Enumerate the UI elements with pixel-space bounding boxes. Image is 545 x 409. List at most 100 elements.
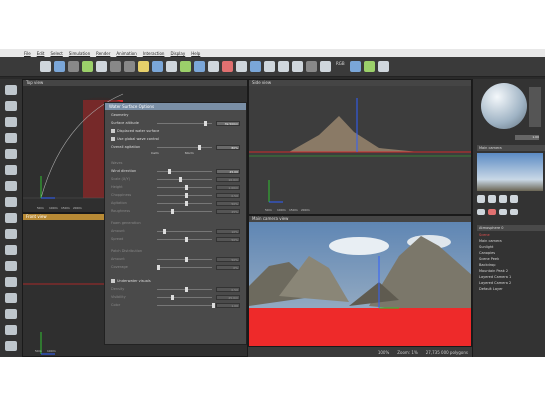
outliner-item[interactable]: Scene Peek [479, 257, 499, 261]
outliner-item[interactable]: Scene [479, 233, 490, 237]
render-icon[interactable] [222, 61, 233, 72]
foam-amount-slider[interactable] [157, 228, 212, 234]
height-slider[interactable] [157, 184, 212, 190]
material-slider[interactable] [529, 87, 541, 127]
rock-icon[interactable] [5, 133, 17, 143]
color-field[interactable]: 1.00 [216, 302, 240, 308]
material-value-field[interactable]: 1.00 [515, 135, 539, 140]
sky-icon[interactable] [194, 61, 205, 72]
underwater-checkbox[interactable]: Underwater visuals [111, 278, 240, 284]
sun-icon[interactable] [5, 325, 17, 335]
wireframe-icon[interactable] [320, 61, 331, 72]
open-icon[interactable] [54, 61, 65, 72]
zoom-in-icon[interactable] [264, 61, 275, 72]
menu-item[interactable]: Animation [116, 51, 136, 56]
menu-item[interactable]: Simulation [69, 51, 90, 56]
menu-item[interactable]: Display [170, 51, 185, 56]
wave-agitation-field[interactable]: 50% [216, 200, 240, 206]
brush-icon[interactable] [5, 117, 17, 127]
settings-icon[interactable] [377, 61, 389, 72]
save-icon[interactable] [68, 61, 79, 72]
menu-item[interactable]: Select [50, 51, 62, 56]
surface-altitude-field[interactable]: 39.500m [216, 120, 240, 126]
roughness-slider[interactable] [157, 208, 212, 214]
height-field[interactable]: 1.00m [216, 184, 240, 190]
light-icon[interactable] [208, 61, 219, 72]
move-icon[interactable] [152, 61, 163, 72]
visibility-field[interactable]: 25.0m [216, 294, 240, 300]
material-preview-sphere[interactable] [481, 83, 527, 129]
add-icon[interactable] [477, 209, 485, 215]
rgb-button[interactable]: RGB [334, 61, 347, 72]
outliner-item[interactable]: Default Layer [479, 287, 503, 291]
paint-icon[interactable] [5, 277, 17, 287]
play-icon[interactable] [477, 195, 485, 203]
text-icon[interactable] [5, 101, 17, 111]
fit-icon[interactable] [510, 195, 518, 203]
new-icon[interactable] [40, 61, 51, 72]
group-icon[interactable] [5, 309, 17, 319]
wind-direction-slider[interactable] [157, 168, 212, 174]
side-view-viewport[interactable]: Side view 50m 100m 150m 200m [248, 79, 472, 215]
zoom-out-icon[interactable] [278, 61, 289, 72]
outliner-item[interactable]: Layered Camera 2 [479, 281, 511, 285]
color-slider[interactable] [157, 302, 215, 308]
outliner-item[interactable]: Backdrop [479, 263, 495, 267]
menu-item[interactable]: File [24, 51, 31, 56]
wave-agitation-slider[interactable] [157, 200, 212, 206]
foam-spread-slider[interactable] [157, 236, 212, 242]
panel-title[interactable]: Water Surface Options [105, 103, 246, 110]
outliner-item[interactable]: Main camera [479, 239, 502, 243]
pan-icon[interactable] [292, 61, 303, 72]
export-icon[interactable] [96, 61, 107, 72]
rotate-icon[interactable] [166, 61, 177, 72]
water-icon[interactable] [250, 61, 261, 72]
group-icon[interactable] [510, 209, 518, 215]
surface-altitude-slider[interactable] [157, 120, 212, 126]
outliner-item[interactable]: Sunlight [479, 245, 493, 249]
plane-icon[interactable] [5, 213, 17, 223]
hammer-icon[interactable] [5, 245, 17, 255]
patch-coverage-field[interactable]: 0% [216, 264, 240, 270]
camera-icon[interactable] [236, 61, 247, 72]
menu-item[interactable]: Interaction [143, 51, 165, 56]
grid-icon[interactable] [306, 61, 317, 72]
redo-icon[interactable] [124, 61, 135, 72]
mountain-icon[interactable] [5, 197, 17, 207]
wind-direction-field[interactable]: 45.00 [216, 168, 240, 174]
camera-preview-thumbnail[interactable] [477, 153, 543, 191]
menu-item[interactable]: Edit [37, 51, 45, 56]
patch-amount-slider[interactable] [157, 256, 212, 262]
plant-icon[interactable] [5, 165, 17, 175]
city-icon[interactable] [5, 149, 17, 159]
cloud-icon[interactable] [5, 181, 17, 191]
terrain-icon[interactable] [180, 61, 191, 72]
foam-spread-field[interactable]: 50% [216, 236, 240, 242]
select-icon[interactable] [138, 61, 149, 72]
density-field[interactable]: 0.50 [216, 286, 240, 292]
delete-icon[interactable] [488, 209, 496, 215]
agitation-slider[interactable] [157, 144, 212, 150]
undo-icon[interactable] [110, 61, 121, 72]
animation-icon[interactable] [363, 61, 375, 72]
outliner-item[interactable]: Mountain Peak 2 [479, 269, 508, 273]
menu-item[interactable]: Help [191, 51, 200, 56]
choppiness-field[interactable]: 0.50 [216, 192, 240, 198]
link-icon[interactable] [5, 293, 17, 303]
displaced-surface-checkbox[interactable]: Displaced water surface [111, 128, 240, 134]
record-icon[interactable] [488, 195, 496, 203]
foam-amount-field[interactable]: 10% [216, 228, 240, 234]
visibility-slider[interactable] [157, 294, 212, 300]
sphere-icon[interactable] [5, 85, 17, 95]
agitation-field[interactable]: 80% [216, 144, 240, 150]
roughness-field[interactable]: 25% [216, 208, 240, 214]
import-icon[interactable] [82, 61, 93, 72]
preview-icon[interactable] [349, 61, 361, 72]
menu-item[interactable]: Render [96, 51, 110, 56]
global-wave-checkbox[interactable]: Use global wave control [111, 136, 240, 142]
ecosystem-icon[interactable] [5, 341, 17, 351]
duplicate-icon[interactable] [499, 209, 507, 215]
wave-icon[interactable] [5, 229, 17, 239]
choppiness-slider[interactable] [157, 192, 212, 198]
spline-icon[interactable] [5, 261, 17, 271]
